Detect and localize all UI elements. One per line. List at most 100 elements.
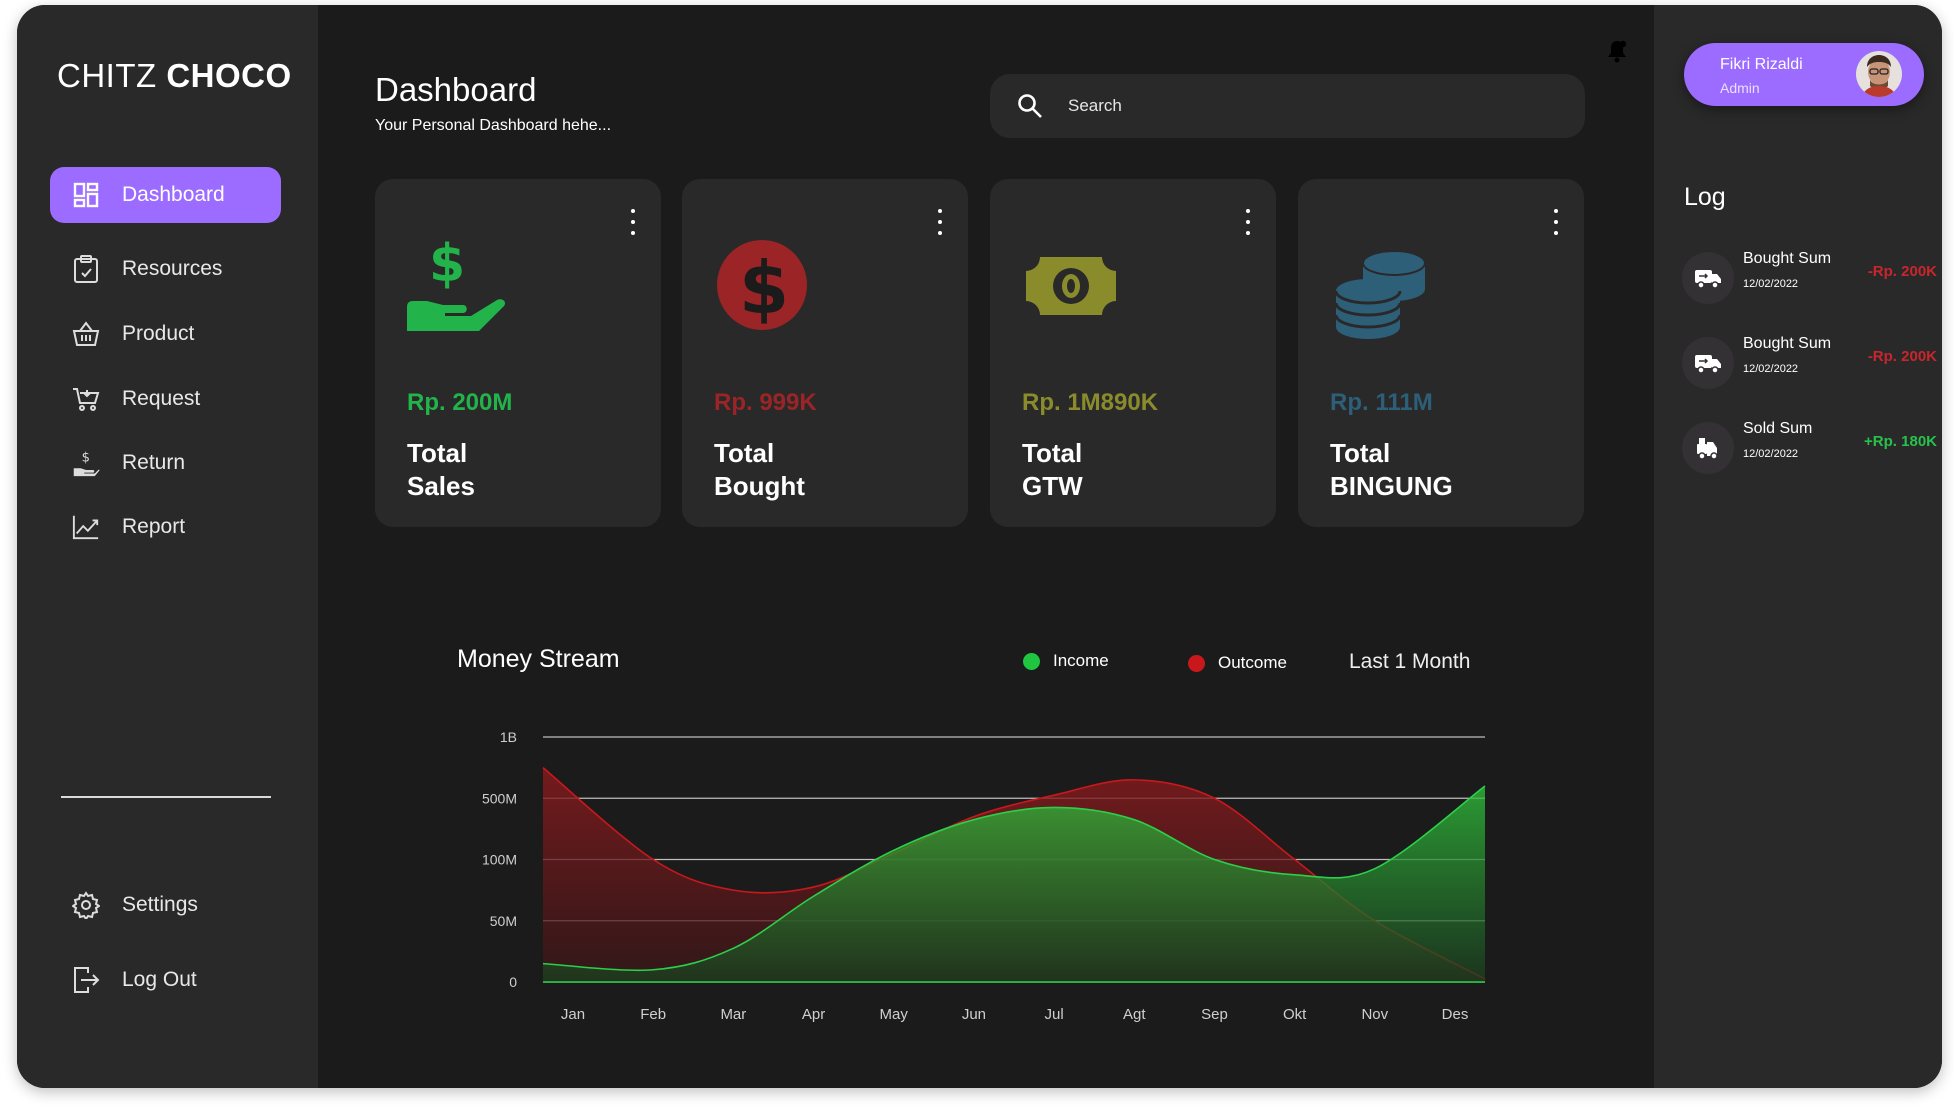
profile-role: Admin: [1720, 80, 1760, 96]
page-title: Dashboard: [375, 71, 537, 108]
gear-icon: [72, 891, 100, 919]
legend-income-label: Income: [1053, 651, 1109, 670]
search-icon: [1016, 92, 1044, 120]
x-tick-label: Jun: [962, 1006, 986, 1023]
brand-logo: CHITZ CHOCO: [57, 57, 292, 95]
nav-settings-label: Settings: [122, 893, 198, 916]
legend-income[interactable]: Income: [1023, 651, 1109, 671]
stat-value: Rp. 111M: [1330, 389, 1433, 416]
stat-value: Rp. 200M: [407, 389, 513, 416]
x-tick-label: May: [880, 1006, 909, 1023]
app-window: CHITZ CHOCO Dashboard Resources Product …: [17, 5, 1942, 1088]
more-options-icon[interactable]: [936, 209, 944, 235]
page-subtitle: Your Personal Dashboard hehe...: [375, 117, 612, 134]
stat-card-sales: $ Rp. 200M Total Sales: [375, 179, 661, 527]
log-item[interactable]: Sold Sum 12/02/2022 +Rp. 180K: [1682, 420, 1937, 476]
x-tick-label: Mar: [720, 1006, 746, 1023]
search-input[interactable]: [1066, 95, 1550, 117]
y-tick-label: 0: [509, 974, 517, 990]
cart-icon: [72, 385, 100, 413]
outcome-dot-icon: [1188, 654, 1205, 672]
search-bar[interactable]: [990, 74, 1585, 138]
delivery-icon: [1682, 422, 1734, 474]
truck-icon: [1682, 337, 1734, 389]
brand-light-text: CHITZ: [57, 57, 167, 94]
log-item-date: 12/02/2022: [1743, 363, 1799, 375]
nav-resources-label: Resources: [122, 257, 223, 280]
nav-request[interactable]: Request: [50, 371, 281, 427]
nav-product-label: Product: [122, 322, 195, 345]
hand-dollar-icon: $: [405, 229, 515, 339]
log-item[interactable]: Bought Sum 12/02/2022 -Rp. 200K: [1682, 335, 1937, 391]
nav-logout-label: Log Out: [122, 968, 197, 991]
svg-text:$: $: [739, 246, 789, 330]
log-item-date: 12/02/2022: [1743, 278, 1799, 290]
legend-outcome[interactable]: Outcome: [1188, 653, 1287, 673]
x-tick-label: Feb: [640, 1006, 666, 1023]
nav-return[interactable]: $ Return: [50, 435, 281, 491]
y-tick-label: 500M: [482, 790, 517, 806]
x-tick-label: Nov: [1361, 1006, 1388, 1023]
legend-outcome-label: Outcome: [1218, 653, 1287, 672]
nav-dashboard-label: Dashboard: [122, 183, 225, 206]
stat-card-gtw: Rp. 1M890K Total GTW: [990, 179, 1276, 527]
nav-report[interactable]: Report: [50, 499, 281, 555]
log-item-date: 12/02/2022: [1743, 448, 1799, 460]
period-selector[interactable]: Last 1 Month: [1349, 650, 1470, 674]
stat-value: Rp. 1M890K: [1022, 389, 1159, 416]
x-tick-label: Jan: [561, 1006, 585, 1023]
more-options-icon[interactable]: [1552, 209, 1560, 235]
nav-report-label: Report: [122, 515, 186, 538]
nav-resources[interactable]: Resources: [50, 241, 281, 297]
logout-icon: [72, 966, 100, 994]
x-tick-label: Des: [1442, 1006, 1469, 1023]
stat-label: Total GTW: [1022, 438, 1083, 501]
stat-value: Rp. 999K: [714, 389, 817, 416]
stat-label: Total BINGUNG: [1330, 438, 1453, 501]
notification-bell-icon[interactable]: [1606, 39, 1628, 63]
chart-line-icon: [72, 513, 100, 541]
y-tick-label: 50M: [490, 913, 517, 929]
y-tick-label: 1B: [500, 729, 517, 745]
dollar-circle-icon: $: [712, 229, 822, 339]
nav-request-label: Request: [122, 387, 201, 410]
right-panel: Fikri Rizaldi Admin Log Bought Sum 12/02…: [1654, 5, 1942, 1088]
money-stream-chart: 0 50M 100M 500M 1B Jan Feb Mar Apr May Jun Jul Agt Se…: [482, 729, 1486, 1023]
coins-icon: [1328, 229, 1438, 339]
brand-bold-text: CHOCO: [166, 57, 292, 94]
profile-card[interactable]: Fikri Rizaldi Admin: [1684, 43, 1924, 106]
log-item-value: -Rp. 200K: [1867, 263, 1937, 280]
log-item-title: Bought Sum: [1743, 250, 1832, 267]
log-item-title: Bought Sum: [1743, 335, 1832, 352]
svg-text:$: $: [429, 234, 465, 294]
more-options-icon[interactable]: [1244, 209, 1252, 235]
sidebar-divider: [61, 796, 271, 798]
income-dot-icon: [1023, 652, 1040, 670]
nav-dashboard[interactable]: Dashboard: [50, 167, 281, 223]
chart-title: Money Stream: [457, 645, 620, 673]
stat-label: Total Bought: [714, 438, 805, 501]
avatar[interactable]: [1856, 51, 1902, 97]
basket-icon: [72, 320, 100, 348]
x-tick-label: Jul: [1044, 1006, 1063, 1023]
hand-dollar-icon: $: [72, 449, 100, 477]
log-item[interactable]: Bought Sum 12/02/2022 -Rp. 200K: [1682, 250, 1937, 306]
main-content: Dashboard Your Personal Dashboard hehe..…: [318, 5, 1654, 1088]
nav-settings[interactable]: Settings: [50, 877, 281, 933]
x-tick-label: Okt: [1283, 1006, 1307, 1023]
svg-text:$: $: [82, 450, 90, 465]
log-title: Log: [1684, 183, 1726, 211]
nav-product[interactable]: Product: [50, 306, 281, 362]
log-item-title: Sold Sum: [1743, 420, 1813, 437]
stat-card-bought: $ Rp. 999K Total Bought: [682, 179, 968, 527]
banknote-icon: [1020, 229, 1130, 339]
truck-icon: [1682, 252, 1734, 304]
stat-card-bingung: Rp. 111M Total BINGUNG: [1298, 179, 1584, 527]
nav-logout[interactable]: Log Out: [50, 952, 281, 1008]
x-tick-label: Sep: [1201, 1006, 1228, 1023]
sidebar: CHITZ CHOCO Dashboard Resources Product …: [17, 5, 318, 1088]
grid-icon: [72, 181, 100, 209]
y-tick-label: 100M: [482, 852, 517, 868]
more-options-icon[interactable]: [629, 209, 637, 235]
x-tick-label: Apr: [802, 1006, 825, 1023]
